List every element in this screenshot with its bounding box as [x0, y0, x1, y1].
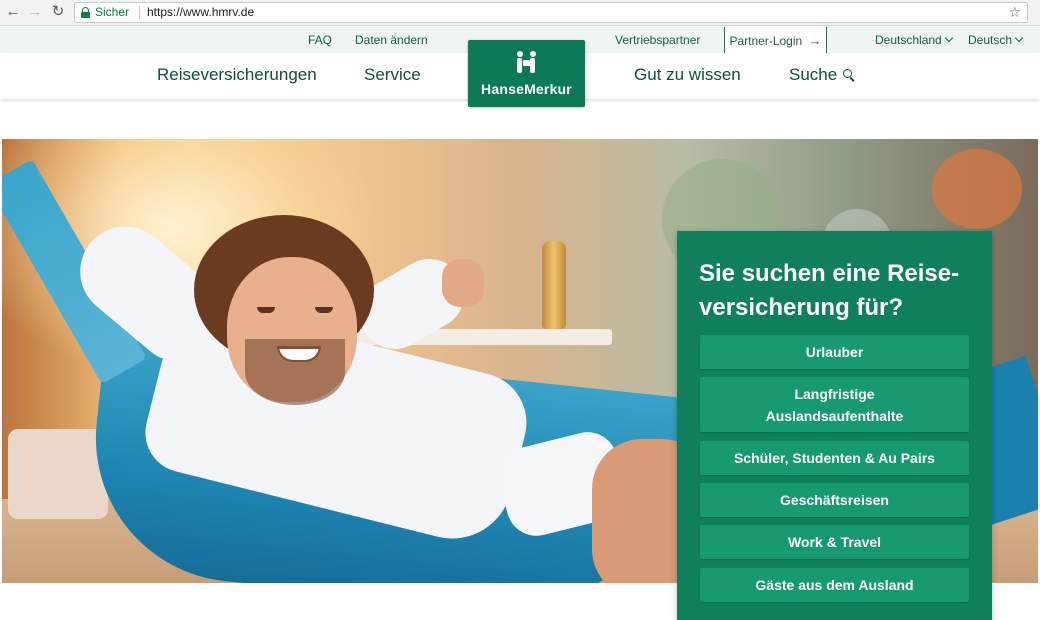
address-bar[interactable]: Sicher https://www.hmrv.de ☆	[74, 2, 1028, 23]
secure-label: Sicher	[95, 5, 130, 19]
arrow-right-icon: →	[808, 33, 822, 48]
nav-search[interactable]: Suche	[789, 65, 855, 85]
chevron-down-icon	[1014, 33, 1024, 43]
panel-title: Sie suchen eine Reise- versicherung für?	[699, 257, 984, 325]
option-guests-abroad-button[interactable]: Gäste aus dem Ausland	[700, 568, 969, 602]
panel-title-line-2: versicherung für?	[699, 294, 904, 321]
nav-service[interactable]: Service	[364, 65, 421, 85]
logo-text: HanseMerkur	[481, 81, 572, 97]
url-divider	[139, 6, 140, 19]
panel-title-line-1: Sie suchen eine Reise-	[699, 260, 960, 287]
lock-icon	[81, 7, 90, 18]
update-data-link[interactable]: Daten ändern	[355, 33, 428, 47]
sales-partner-link[interactable]: Vertriebspartner	[615, 33, 700, 47]
chevron-down-icon	[944, 33, 953, 43]
url-text[interactable]: https://www.hmrv.de	[147, 3, 254, 22]
hansemerkur-logo[interactable]: HanseMerkur	[468, 40, 585, 107]
option-long-term-line-2: Auslandsaufenthalte	[765, 407, 904, 424]
partner-login-label: Partner-Login	[729, 34, 803, 48]
option-work-travel-button[interactable]: Work & Travel	[700, 525, 969, 559]
insurance-finder-panel: Sie suchen eine Reise- versicherung für?…	[677, 231, 992, 620]
nav-travel-insurance[interactable]: Reiseversicherungen	[157, 65, 317, 85]
option-long-term-abroad-button[interactable]: Langfristige Auslandsaufenthalte	[700, 377, 969, 432]
option-students-button[interactable]: Schüler, Studenten & Au Pairs	[700, 441, 969, 475]
logo-figures-icon	[515, 51, 538, 77]
country-label: Deutschland	[875, 33, 942, 47]
search-icon	[843, 69, 855, 82]
reload-icon[interactable]: ↻	[49, 3, 67, 21]
bookmark-star-icon[interactable]: ☆	[1008, 3, 1021, 22]
nav-good-to-know[interactable]: Gut zu wissen	[634, 65, 741, 85]
option-long-term-line-1: Langfristige	[794, 385, 875, 402]
option-business-trips-button[interactable]: Geschäftsreisen	[700, 483, 969, 517]
forward-arrow-icon[interactable]: →	[26, 3, 44, 21]
back-arrow-icon[interactable]: ←	[4, 3, 22, 21]
browser-toolbar: ← → ↻ Sicher https://www.hmrv.de ☆	[0, 0, 1040, 26]
country-selector[interactable]: Deutschland	[875, 33, 953, 47]
page: ← → ↻ Sicher https://www.hmrv.de ☆ FAQ D…	[0, 0, 1040, 620]
search-label: Suche	[789, 65, 838, 84]
language-label: Deutsch	[968, 33, 1013, 47]
partner-login-button[interactable]: Partner-Login →	[724, 27, 827, 56]
language-selector[interactable]: Deutsch	[968, 33, 1024, 47]
option-vacationers-button[interactable]: Urlauber	[700, 335, 969, 369]
faq-link[interactable]: FAQ	[308, 33, 332, 47]
